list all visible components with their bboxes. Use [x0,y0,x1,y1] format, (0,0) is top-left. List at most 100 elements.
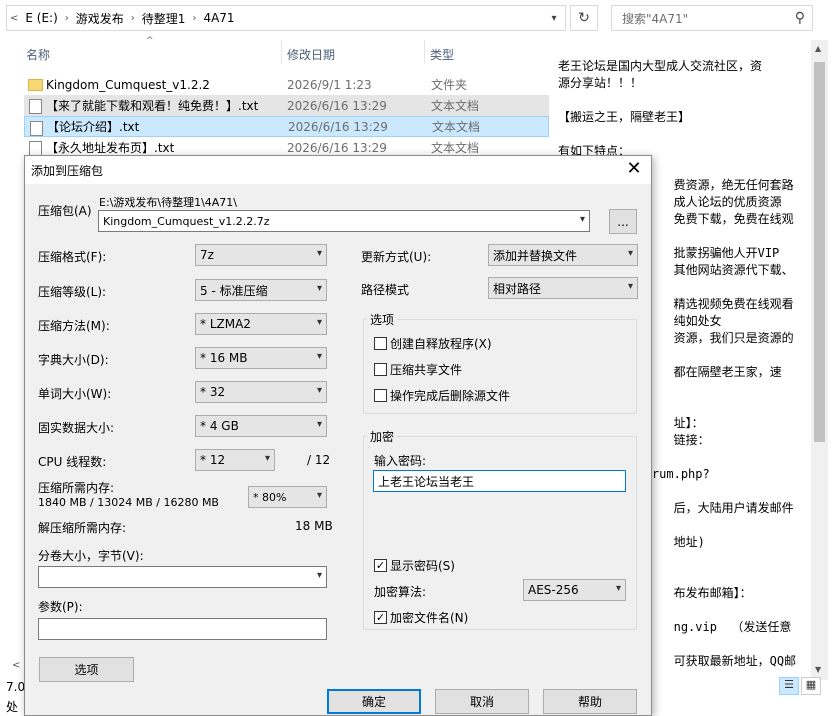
memory-label: 压缩所需内存: [38,481,115,495]
level-label: 压缩等级(L): [38,285,107,299]
params-label: 参数(P): [38,600,83,614]
text-file-icon [30,121,43,136]
params-input[interactable] [38,618,327,640]
column-divider[interactable] [424,40,425,64]
chevron-down-icon: ▾ [264,453,270,464]
status-item-count: 7.0 [6,680,26,694]
show-password-checkbox[interactable]: ✓ 显示密码(S) [374,557,455,574]
ok-button[interactable]: 确定 [327,689,421,714]
update-mode-select[interactable]: 添加并替换文件 ▾ [488,244,638,266]
options-button[interactable]: 选项 [39,657,134,682]
dialog-titlebar[interactable]: 添加到压缩包 ✕ [25,156,651,184]
memory-percent-select[interactable]: * 80% ▾ [248,486,327,508]
cancel-button[interactable]: 取消 [435,689,529,714]
word-size-select[interactable]: * 32 ▾ [195,381,327,403]
list-item[interactable]: 【论坛介绍】.txt 2026/6/16 13:29 文本文档 [24,116,549,137]
cpu-threads-max: / 12 [307,453,331,467]
status-text: 处 [6,700,19,714]
decompress-memory-value: 18 MB [295,519,333,533]
column-header-name[interactable]: 名称 [26,46,50,63]
encryption-group-title: 加密 [367,428,398,445]
chevron-right-icon: › [192,12,197,24]
chevron-right-icon: › [64,12,69,24]
refresh-icon[interactable]: ↻ [570,5,598,31]
shared-files-checkbox[interactable]: 压缩共享文件 [374,361,462,378]
breadcrumb-drive[interactable]: E (E:) [21,11,61,25]
breadcrumb-folder-2[interactable]: 待整理1 [138,10,190,27]
method-label: 压缩方法(M): [38,319,110,333]
encrypt-names-checkbox[interactable]: ✓ 加密文件名(N) [374,609,468,626]
chevron-down-icon: ▾ [579,214,585,225]
chevron-down-icon: ▾ [316,351,322,362]
breadcrumb-folder-1[interactable]: 游戏发布 [72,10,128,27]
update-mode-label: 更新方式(U): [361,250,432,264]
chevron-down-icon: ▾ [316,385,322,396]
help-button[interactable]: 帮助 [543,689,637,714]
chevron-down-icon: ▾ [316,570,322,581]
large-icons-view-icon[interactable]: ▦ [801,677,821,695]
scroll-left-icon[interactable]: < [12,660,20,671]
dictionary-label: 字典大小(D): [38,353,109,367]
list-item[interactable]: Kingdom_Cumquest_v1.2.2 2026/9/1 1:23 文件… [24,74,549,95]
close-icon[interactable]: ✕ [623,158,645,180]
scroll-down-icon[interactable]: ▼ [815,665,821,674]
scrollbar-thumb[interactable] [814,62,825,442]
details-view-icon[interactable]: ☰ [779,677,799,695]
method-select[interactable]: * LZMA2 ▾ [195,313,327,335]
cpu-threads-select[interactable]: * 12 ▾ [195,449,275,471]
chevron-down-icon[interactable]: ▾ [540,5,568,31]
archive-path: E:\游戏发布\待整理1\4A71\ [99,196,237,209]
options-group-title: 选项 [367,311,398,328]
chevron-down-icon: ▾ [615,583,621,594]
solid-size-select[interactable]: * 4 GB ▾ [195,415,327,437]
column-divider[interactable] [281,40,282,64]
sfx-checkbox[interactable]: 创建自释放程序(X) [374,335,492,352]
memory-detail: 1840 MB / 13024 MB / 16280 MB [38,496,219,509]
level-select[interactable]: 5 - 标准压缩 ▾ [195,279,327,301]
checkmark-icon: ✓ [374,559,387,572]
dictionary-select[interactable]: * 16 MB ▾ [195,347,327,369]
text-file-icon [29,141,42,156]
add-to-archive-dialog: 添加到压缩包 ✕ 压缩包(A) E:\游戏发布\待整理1\4A71\ Kingd… [24,155,652,716]
search-placeholder: 搜索"4A71" [622,11,689,26]
column-header-type[interactable]: 类型 [430,46,454,63]
archive-label: 压缩包(A) [38,204,92,218]
format-label: 压缩格式(F): [38,250,107,264]
checkmark-icon: ✓ [374,611,387,624]
search-input[interactable]: 搜索"4A71" ⚲ [611,5,813,31]
chevron-down-icon: ▾ [627,248,633,259]
path-mode-label: 路径模式 [361,283,410,297]
chevron-down-icon: ▾ [316,419,322,430]
breadcrumb-folder-3[interactable]: 4A71 [199,11,238,25]
decompress-memory-label: 解压缩所需内存: [38,521,127,535]
format-select[interactable]: 7z ▾ [195,244,327,266]
cpu-threads-label: CPU 线程数: [38,455,107,469]
chevron-down-icon: ▾ [627,281,633,292]
encryption-method-label: 加密算法: [374,585,427,599]
sort-ascending-icon: ^ [146,36,154,46]
chevron-down-icon: ▾ [316,317,322,328]
browse-button[interactable]: ... [609,209,637,234]
text-file-icon [29,99,42,114]
password-label: 输入密码: [374,454,427,468]
password-input[interactable]: 上老王论坛当老王 [373,470,626,492]
chevron-down-icon: ▾ [316,490,322,501]
path-mode-select[interactable]: 相对路径 ▾ [488,277,638,299]
delete-after-checkbox[interactable]: 操作完成后删除源文件 [374,387,510,404]
chevron-right-icon: › [130,12,135,24]
scroll-up-icon[interactable]: ▲ [815,44,821,53]
column-header-date[interactable]: 修改日期 [287,46,335,63]
archive-name-combo[interactable]: Kingdom_Cumquest_v1.2.2.7z ▾ [98,210,590,232]
search-icon: ⚲ [794,10,805,26]
word-size-label: 单词大小(W): [38,387,112,401]
address-bar[interactable]: < E (E:) › 游戏发布 › 待整理1 › 4A71 [6,5,566,31]
split-size-label: 分卷大小，字节(V): [38,549,144,563]
solid-size-label: 固实数据大小: [38,421,115,435]
encryption-method-select[interactable]: AES-256 ▾ [523,579,626,601]
list-item[interactable]: 【来了就能下载和观看！纯免费！】.txt 2026/6/16 13:29 文本文… [24,95,549,116]
preview-scrollbar[interactable]: ▲ ▼ [811,40,828,680]
chevron-down-icon: ▾ [316,248,322,259]
chevron-down-icon: ▾ [316,283,322,294]
split-size-combo[interactable]: ▾ [38,566,327,588]
folder-icon [28,79,43,91]
